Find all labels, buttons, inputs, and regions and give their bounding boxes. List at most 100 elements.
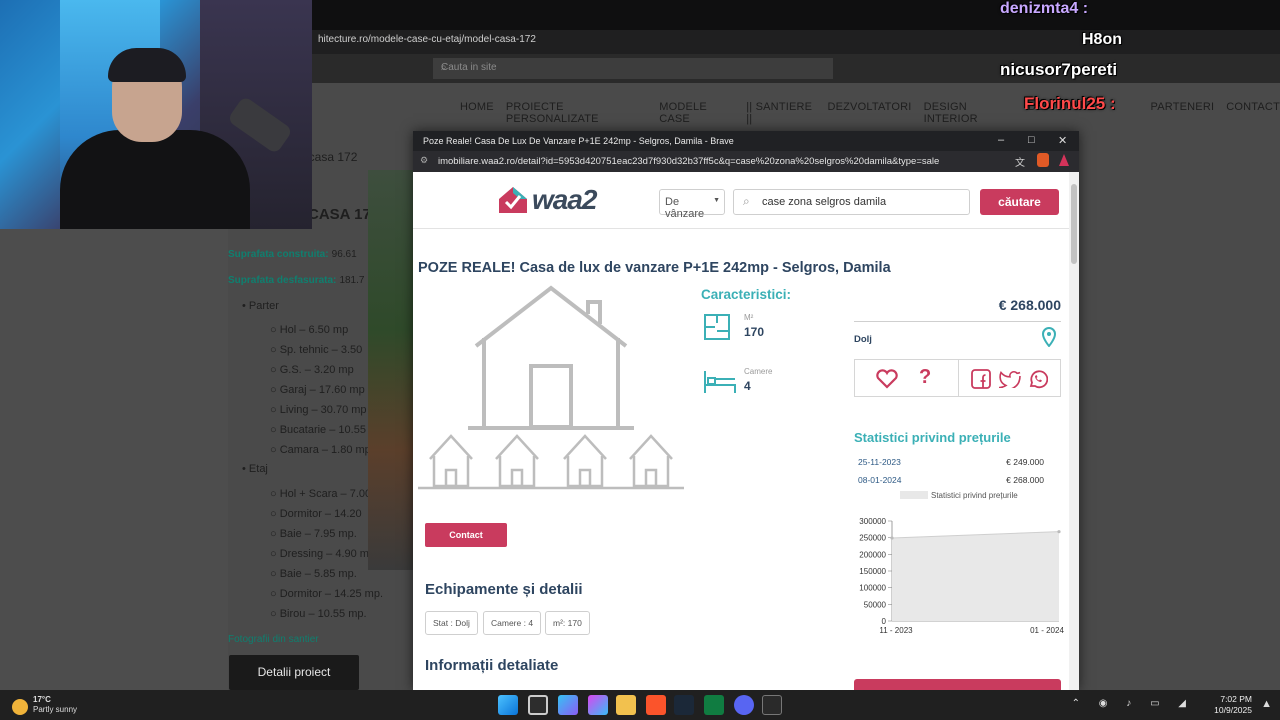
- waa2-logo-text: waa2: [532, 184, 597, 215]
- list-item: ○ Dormitor – 14.25 mp.: [270, 588, 384, 600]
- file-explorer-icon[interactable]: [616, 695, 636, 715]
- app-icon[interactable]: [588, 695, 608, 715]
- y-tick-label: 0: [882, 617, 887, 626]
- excel-icon[interactable]: [704, 695, 724, 715]
- background-address-bar[interactable]: hitecture.ro/modele-case-cu-etaj/model-c…: [312, 30, 1280, 54]
- popup-scrollbar[interactable]: [1069, 172, 1079, 690]
- statistici-heading: Statistici privind prețurile: [854, 430, 1011, 445]
- brave-rewards-icon[interactable]: [1059, 154, 1069, 166]
- nav-proiecte[interactable]: PROIECTE PERSONALIZATE: [506, 101, 647, 125]
- mp-value: 170: [744, 325, 765, 339]
- bed-icon: [704, 371, 736, 393]
- chat-overlay-user3: nicusor7pereti: [1000, 60, 1118, 79]
- legend-label: Statistici privind prețurile: [931, 491, 1018, 500]
- y-tick-label: 250000: [859, 534, 886, 543]
- background-url: hitecture.ro/modele-case-cu-etaj/model-c…: [318, 34, 536, 45]
- list-item: ○ Sp. tehnic – 3.50: [270, 344, 363, 356]
- y-tick-label: 300000: [859, 517, 886, 526]
- task-view-icon[interactable]: [528, 695, 548, 715]
- temperature: 17°C: [33, 695, 51, 704]
- nav-modele[interactable]: MODELE CASE: [659, 101, 734, 125]
- list-item: ○ Garaj – 17.60 mp: [270, 384, 365, 396]
- facebook-icon[interactable]: [971, 369, 991, 389]
- time: 7:02 PM: [1220, 694, 1252, 704]
- whatsapp-icon[interactable]: [1028, 369, 1048, 389]
- listing-type-select[interactable]: De vânzare ▼: [659, 189, 725, 220]
- site-info-icon[interactable]: ⚙: [420, 155, 428, 166]
- y-tick-label: 50000: [864, 600, 887, 609]
- nav-dezvoltatori[interactable]: DEZVOLTATORI: [827, 101, 911, 125]
- nav-santiere[interactable]: || SANTIERE ||: [746, 101, 815, 125]
- background-house-photo: [368, 170, 414, 570]
- brave-icon[interactable]: [646, 695, 666, 715]
- chat-overlay-user2: H8on: [1082, 31, 1122, 48]
- listing-type-value: De vânzare: [665, 196, 705, 220]
- legend-swatch: [900, 491, 928, 499]
- popup-title: Poze Reale! Casa De Lux De Vanzare P+1E …: [423, 136, 734, 146]
- search-input[interactable]: ⌕ case zona selgros damila: [733, 189, 970, 215]
- search-icon[interactable]: ⌕: [441, 62, 827, 73]
- price-history-row: 08-01-2024 € 268.000: [858, 475, 1044, 485]
- suprafata-construita-label: Suprafata construita:: [228, 249, 329, 260]
- taskbar: 17°C Partly sunny ⌃ ◉ ♪ ▭ ◢ 7:02 PM 10/9…: [0, 690, 1280, 720]
- detalii-proiect-button[interactable]: Detalii proiect: [229, 655, 359, 690]
- maximize-icon[interactable]: □: [1028, 134, 1035, 146]
- close-icon[interactable]: ✕: [1058, 134, 1067, 147]
- list-item: ○ Living – 30.70 mp: [270, 404, 367, 416]
- divider: [958, 360, 959, 396]
- x-tick-label: 01 - 2024: [1030, 626, 1064, 635]
- streamer-beanie: [108, 48, 186, 82]
- nav-contact[interactable]: CONTACT: [1226, 101, 1280, 125]
- weather-text: Partly sunny: [33, 705, 78, 714]
- parter-heading: • Parter: [242, 300, 279, 312]
- nav-design[interactable]: DESIGN INTERIOR: [924, 101, 1017, 125]
- detail-chip-camere: Camere : 4: [483, 611, 542, 635]
- history-date: 08-01-2024: [858, 475, 902, 485]
- contact-button[interactable]: Contact: [425, 523, 507, 547]
- streamer-body: [60, 130, 250, 229]
- waa2-logo[interactable]: waa2: [498, 184, 597, 216]
- notification-icon[interactable]: ▲: [1261, 698, 1272, 710]
- nav-parteneri[interactable]: PARTENERI: [1151, 101, 1215, 125]
- popup-titlebar[interactable]: Poze Reale! Casa De Lux De Vanzare P+1E …: [413, 131, 1079, 151]
- y-tick-label: 150000: [859, 567, 886, 576]
- floor-plan-icon: [704, 314, 730, 340]
- heart-icon[interactable]: [875, 369, 899, 389]
- twitter-icon[interactable]: [999, 370, 1021, 388]
- steam-icon[interactable]: [674, 695, 694, 715]
- search-value: case zona selgros damila: [762, 196, 887, 208]
- sun-icon: [12, 699, 28, 715]
- brave-shield-icon[interactable]: [1037, 153, 1049, 167]
- chat-overlay-user1: denizmta4 :: [1000, 0, 1089, 17]
- list-item: ○ Camara – 1.80 mp: [270, 444, 371, 456]
- camere-label: Camere: [744, 367, 773, 376]
- scroll-thumb[interactable]: [1071, 184, 1077, 264]
- discord-icon[interactable]: [734, 695, 754, 715]
- copilot-icon[interactable]: [558, 695, 578, 715]
- popup-window[interactable]: Poze Reale! Casa De Lux De Vanzare P+1E …: [413, 131, 1079, 690]
- epic-games-icon[interactable]: [762, 695, 782, 715]
- start-icon[interactable]: [498, 695, 518, 715]
- fotografii-link[interactable]: Fotografii din santier: [228, 634, 319, 645]
- popup-address-bar[interactable]: ⚙ imobiliare.waa2.ro/detail?id=5953d4207…: [413, 151, 1079, 172]
- ad-title: POZE REALE! Casa de lux de vanzare P+1E …: [418, 260, 891, 276]
- characteristic-rooms: Camere 4: [703, 367, 823, 397]
- y-tick-label: 200000: [859, 550, 886, 559]
- system-tray[interactable]: ⌃ ◉ ♪ ▭ ◢: [1072, 698, 1194, 709]
- minimize-icon[interactable]: –: [998, 134, 1004, 146]
- sidebar-contact-button[interactable]: [854, 679, 1061, 690]
- background-search-input[interactable]: Cauta in site ⌕: [433, 58, 833, 79]
- nav-home[interactable]: HOME: [460, 101, 494, 125]
- translate-icon[interactable]: 文: [1015, 154, 1025, 169]
- clock[interactable]: 7:02 PM 10/9/2025: [1214, 694, 1252, 716]
- search-button[interactable]: căutare: [980, 189, 1059, 215]
- divider: [854, 321, 1061, 322]
- popup-page-content: waa2 De vânzare ▼ ⌕ case zona selgros da…: [413, 172, 1069, 690]
- location-pin-icon[interactable]: [1041, 327, 1057, 347]
- history-price: € 268.000: [1006, 475, 1044, 485]
- location: Dolj: [854, 334, 872, 345]
- suprafata-desfasurata-value: 181.7: [339, 275, 365, 286]
- characteristic-area: M² 170: [703, 313, 823, 343]
- question-icon[interactable]: ?: [919, 366, 931, 389]
- list-item: ○ Hol – 6.50 mp: [270, 324, 349, 336]
